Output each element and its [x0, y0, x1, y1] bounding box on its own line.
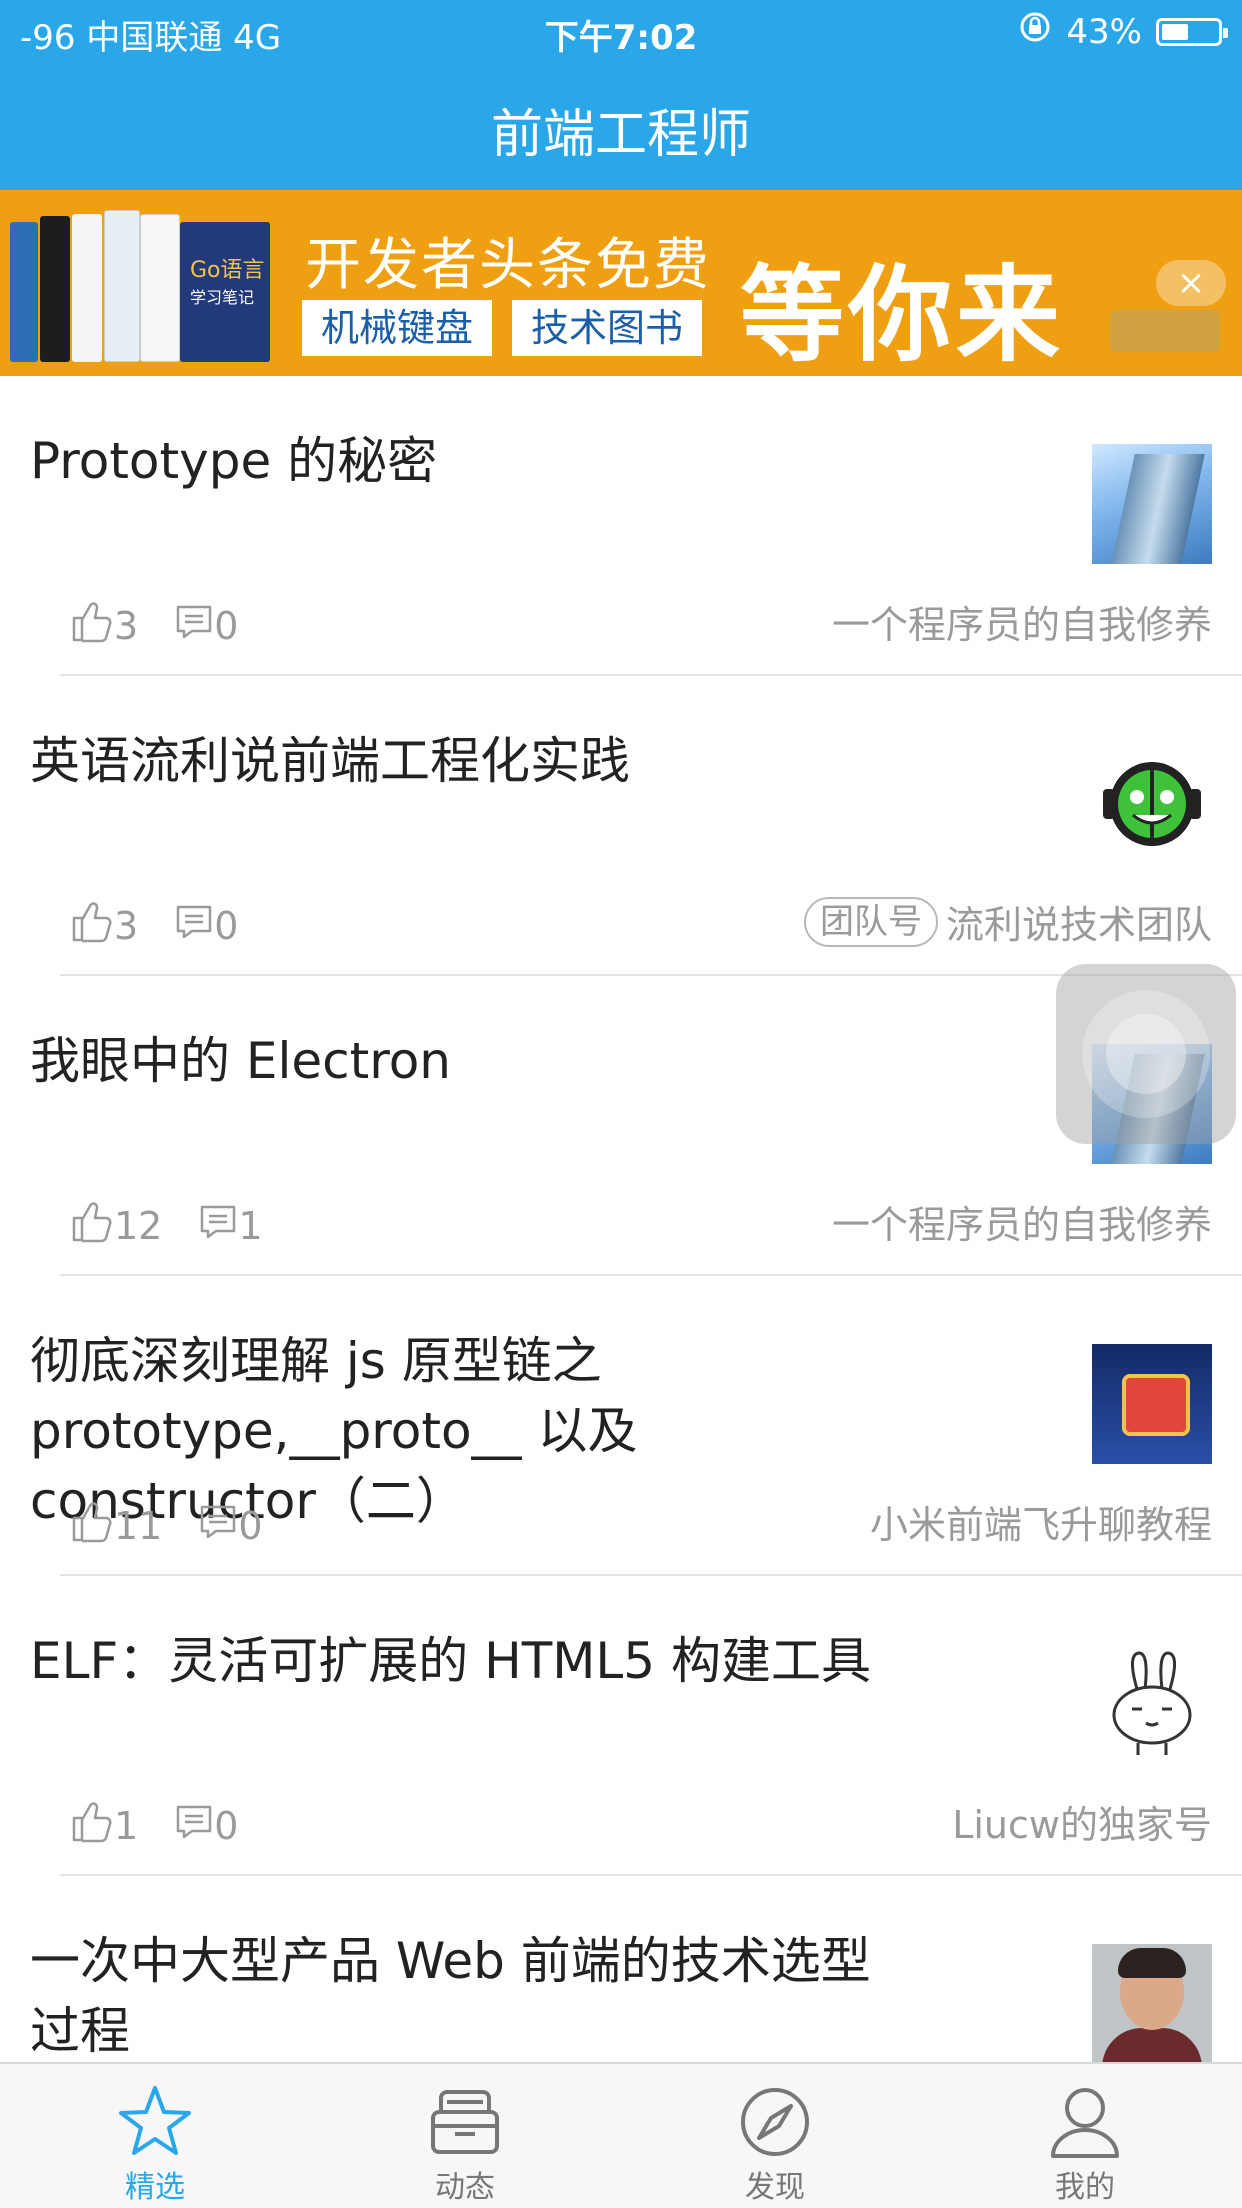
tab-label: 精选	[125, 2170, 185, 2205]
status-bar: -96 中国联通 4G 下午7:02 43%	[0, 0, 1242, 62]
keyboard-image	[1110, 310, 1220, 352]
battery-icon	[1156, 17, 1228, 46]
article-thumbnail	[1092, 1944, 1212, 2064]
source-name: 一个程序员的自我修养	[831, 1203, 1212, 1247]
inbox-icon	[365, 2082, 565, 2162]
thumbs-up-icon	[68, 1198, 114, 1253]
source-name: 小米前端飞升聊教程	[869, 1503, 1212, 1547]
tab-bar: 精选 动态 发现 我的	[0, 2062, 1242, 2208]
tab-label: 动态	[435, 2170, 495, 2205]
article-source[interactable]: 一个程序员的自我修养	[832, 1194, 1212, 1249]
comment-icon	[174, 901, 214, 950]
comment-count: 0	[238, 1503, 263, 1548]
article-title: Prototype 的秘密	[30, 432, 438, 490]
comment-count-group: 1	[198, 1201, 263, 1250]
comment-icon	[198, 1201, 238, 1250]
like-count: 1	[114, 1803, 139, 1848]
like-count-group: 12	[68, 1198, 162, 1253]
star-icon	[55, 2082, 255, 2162]
article-source[interactable]: 一个程序员的自我修养	[832, 594, 1212, 649]
like-count: 3	[114, 603, 139, 648]
article-thumbnail	[1092, 1344, 1212, 1464]
source-name: 流利说技术团队	[945, 903, 1212, 947]
book-subtitle-label: 学习笔记	[190, 288, 255, 307]
books-image: Go语言 学习笔记	[10, 210, 270, 362]
article-thumbnail	[1092, 1644, 1212, 1764]
article-stats: 10	[68, 1798, 274, 1853]
source-name: 一个程序员的自我修养	[831, 603, 1212, 647]
battery-percent: 43%	[1066, 11, 1142, 52]
team-tag: 团队号	[803, 896, 938, 947]
article-thumbnail	[1092, 444, 1212, 564]
chip-books: 技术图书	[512, 300, 702, 356]
article-source[interactable]: Liucw的独家号	[952, 1794, 1212, 1849]
article-item[interactable]: 英语流利说前端工程化实践 3 0 团队号 流利说技术团队	[0, 676, 1242, 976]
thumbs-up-icon	[68, 898, 114, 953]
comment-count: 0	[214, 1803, 239, 1848]
compass-icon	[675, 2082, 875, 2162]
comment-count-group: 0	[198, 1501, 263, 1550]
chip-keyboard: 机械键盘	[302, 300, 492, 356]
like-count-group: 3	[68, 598, 138, 653]
rotation-lock-icon	[1018, 10, 1052, 53]
article-stats: 30	[68, 898, 274, 953]
comment-count: 0	[214, 603, 239, 648]
tab-person[interactable]: 我的	[985, 2082, 1185, 2206]
thumbs-up-icon	[68, 598, 114, 653]
article-title: 一次中大型产品 Web 前端的技术选型过程	[30, 1932, 871, 2060]
book-title-label: Go语言	[190, 258, 265, 283]
top-bar: -96 中国联通 4G 下午7:02 43% 前端工程师	[0, 0, 1242, 190]
article-stats: 11 0	[68, 1498, 299, 1553]
article-title: 英语流利说前端工程化实践	[30, 732, 630, 790]
comment-icon	[174, 601, 214, 650]
article-thumbnail	[1092, 744, 1212, 864]
comment-count-group: 0	[174, 1801, 238, 1850]
like-count: 12	[114, 1203, 163, 1248]
like-count-group: 3	[68, 898, 138, 953]
article-title: ELF：灵活可扩展的 HTML5 构建工具	[30, 1632, 871, 1690]
like-count: 11	[114, 1503, 163, 1548]
assistive-touch-button[interactable]	[1056, 964, 1236, 1144]
comment-icon	[174, 1801, 214, 1850]
comment-count: 1	[238, 1203, 263, 1248]
page-title: 前端工程师	[490, 105, 751, 165]
thumbs-up-icon	[68, 1798, 114, 1853]
article-stats: 12 1	[68, 1198, 299, 1253]
like-count-group: 11	[68, 1498, 162, 1553]
article-stats: 30	[68, 598, 274, 653]
article-item[interactable]: Prototype 的秘密 3 0 一个程序员的自我修养	[0, 376, 1242, 676]
source-name: Liucw的独家号	[952, 1803, 1212, 1847]
article-source[interactable]: 小米前端飞升聊教程	[870, 1494, 1212, 1549]
article-item[interactable]: 彻底深刻理解 js 原型链之 prototype,__proto__ 以及 co…	[0, 1276, 1242, 1576]
tab-inbox[interactable]: 动态	[365, 2082, 565, 2206]
thumbs-up-icon	[68, 1498, 114, 1553]
article-item[interactable]: ELF：灵活可扩展的 HTML5 构建工具 1 0 Liucw的独家号	[0, 1576, 1242, 1876]
comment-icon	[198, 1501, 238, 1550]
tab-compass[interactable]: 发现	[675, 2082, 875, 2206]
like-count: 3	[114, 903, 139, 948]
article-source[interactable]: 团队号 流利说技术团队	[803, 894, 1212, 949]
comment-count-group: 0	[174, 601, 238, 650]
like-count-group: 1	[68, 1798, 138, 1853]
banner-headline: 开发者头条免费	[305, 233, 711, 298]
person-icon	[985, 2082, 1185, 2162]
tab-label: 发现	[745, 2170, 805, 2205]
article-title: 我眼中的 Electron	[30, 1032, 451, 1090]
promo-banner[interactable]: Go语言 学习笔记 开发者头条免费 机械键盘 技术图书 等你来拿！ ×	[0, 190, 1242, 376]
status-right: 43%	[1018, 10, 1228, 53]
tab-label: 我的	[1055, 2170, 1115, 2205]
comment-count-group: 0	[174, 901, 238, 950]
comment-count: 0	[214, 903, 239, 948]
banner-close-button[interactable]: ×	[1156, 260, 1226, 306]
tab-star[interactable]: 精选	[55, 2082, 255, 2206]
